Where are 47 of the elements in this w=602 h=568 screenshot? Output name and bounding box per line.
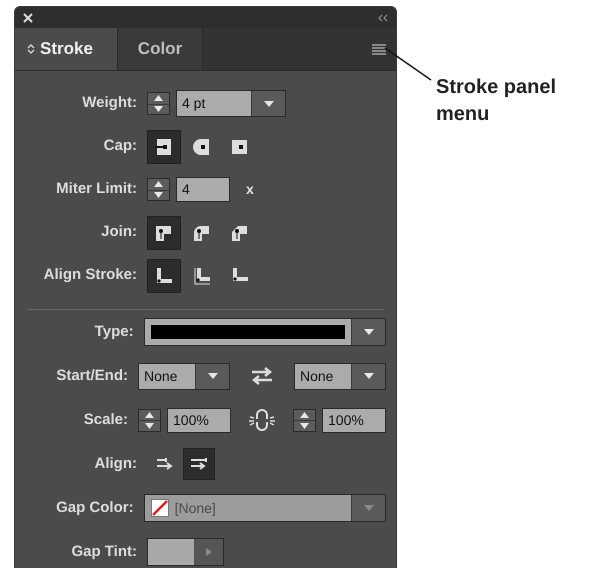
field-label: Type: xyxy=(94,322,134,342)
stepper[interactable] xyxy=(147,178,170,201)
swap-icon[interactable] xyxy=(249,366,275,386)
stepper[interactable] xyxy=(138,408,161,432)
up-caret-icon[interactable] xyxy=(300,412,309,418)
scale-field[interactable]: 100% xyxy=(322,408,386,432)
down-caret-icon[interactable] xyxy=(300,422,309,429)
down-caret-icon[interactable] xyxy=(145,422,154,429)
leader-line xyxy=(384,47,432,81)
arrow-extend-icon[interactable] xyxy=(183,448,215,480)
line-type-dropdown[interactable] xyxy=(144,318,386,346)
menu-icon[interactable] xyxy=(372,44,386,54)
miter-join-icon[interactable] xyxy=(147,216,181,250)
up-caret-icon[interactable] xyxy=(145,412,154,418)
panel-tab[interactable]: Color xyxy=(118,28,203,70)
field-label: Align: xyxy=(94,454,137,474)
dropdown[interactable]: 4 pt xyxy=(176,90,286,117)
field-label: Start/End: xyxy=(55,366,128,386)
stepper[interactable] xyxy=(147,92,170,115)
dropdown[interactable]: None xyxy=(138,362,230,390)
miter-field[interactable]: 4 xyxy=(176,177,230,202)
dropdown[interactable]: None xyxy=(294,362,386,390)
updown-icon xyxy=(27,43,35,55)
field-label: Cap: xyxy=(102,136,137,156)
field-label: Align Stroke: xyxy=(42,265,137,286)
close-icon[interactable] xyxy=(23,12,33,22)
down-caret-icon[interactable] xyxy=(154,106,163,112)
corner-inside-icon[interactable] xyxy=(147,258,181,292)
panel-tab[interactable]: Stroke xyxy=(15,28,118,70)
gap-tint-field[interactable] xyxy=(147,538,224,566)
field-label: Gap Color: xyxy=(55,498,134,518)
up-caret-icon[interactable] xyxy=(154,95,163,102)
up-caret-icon[interactable] xyxy=(154,181,163,188)
stepper[interactable] xyxy=(293,408,316,432)
unit-label: x xyxy=(246,180,254,199)
butt-cap-icon[interactable] xyxy=(147,130,181,164)
link-icon[interactable] xyxy=(248,408,276,432)
field-label: Miter Limit: xyxy=(55,179,137,200)
scale-field[interactable]: 100% xyxy=(167,408,231,432)
field-label: Gap Tint: xyxy=(70,542,137,562)
none-swatch-icon xyxy=(150,499,169,517)
field-label: Join: xyxy=(100,222,137,242)
field-label: Scale: xyxy=(82,410,128,430)
field-label: Weight: xyxy=(81,93,137,114)
collapse-icon[interactable] xyxy=(378,14,388,22)
callout-label: Stroke panel menu xyxy=(436,75,558,127)
down-caret-icon[interactable] xyxy=(154,192,163,198)
